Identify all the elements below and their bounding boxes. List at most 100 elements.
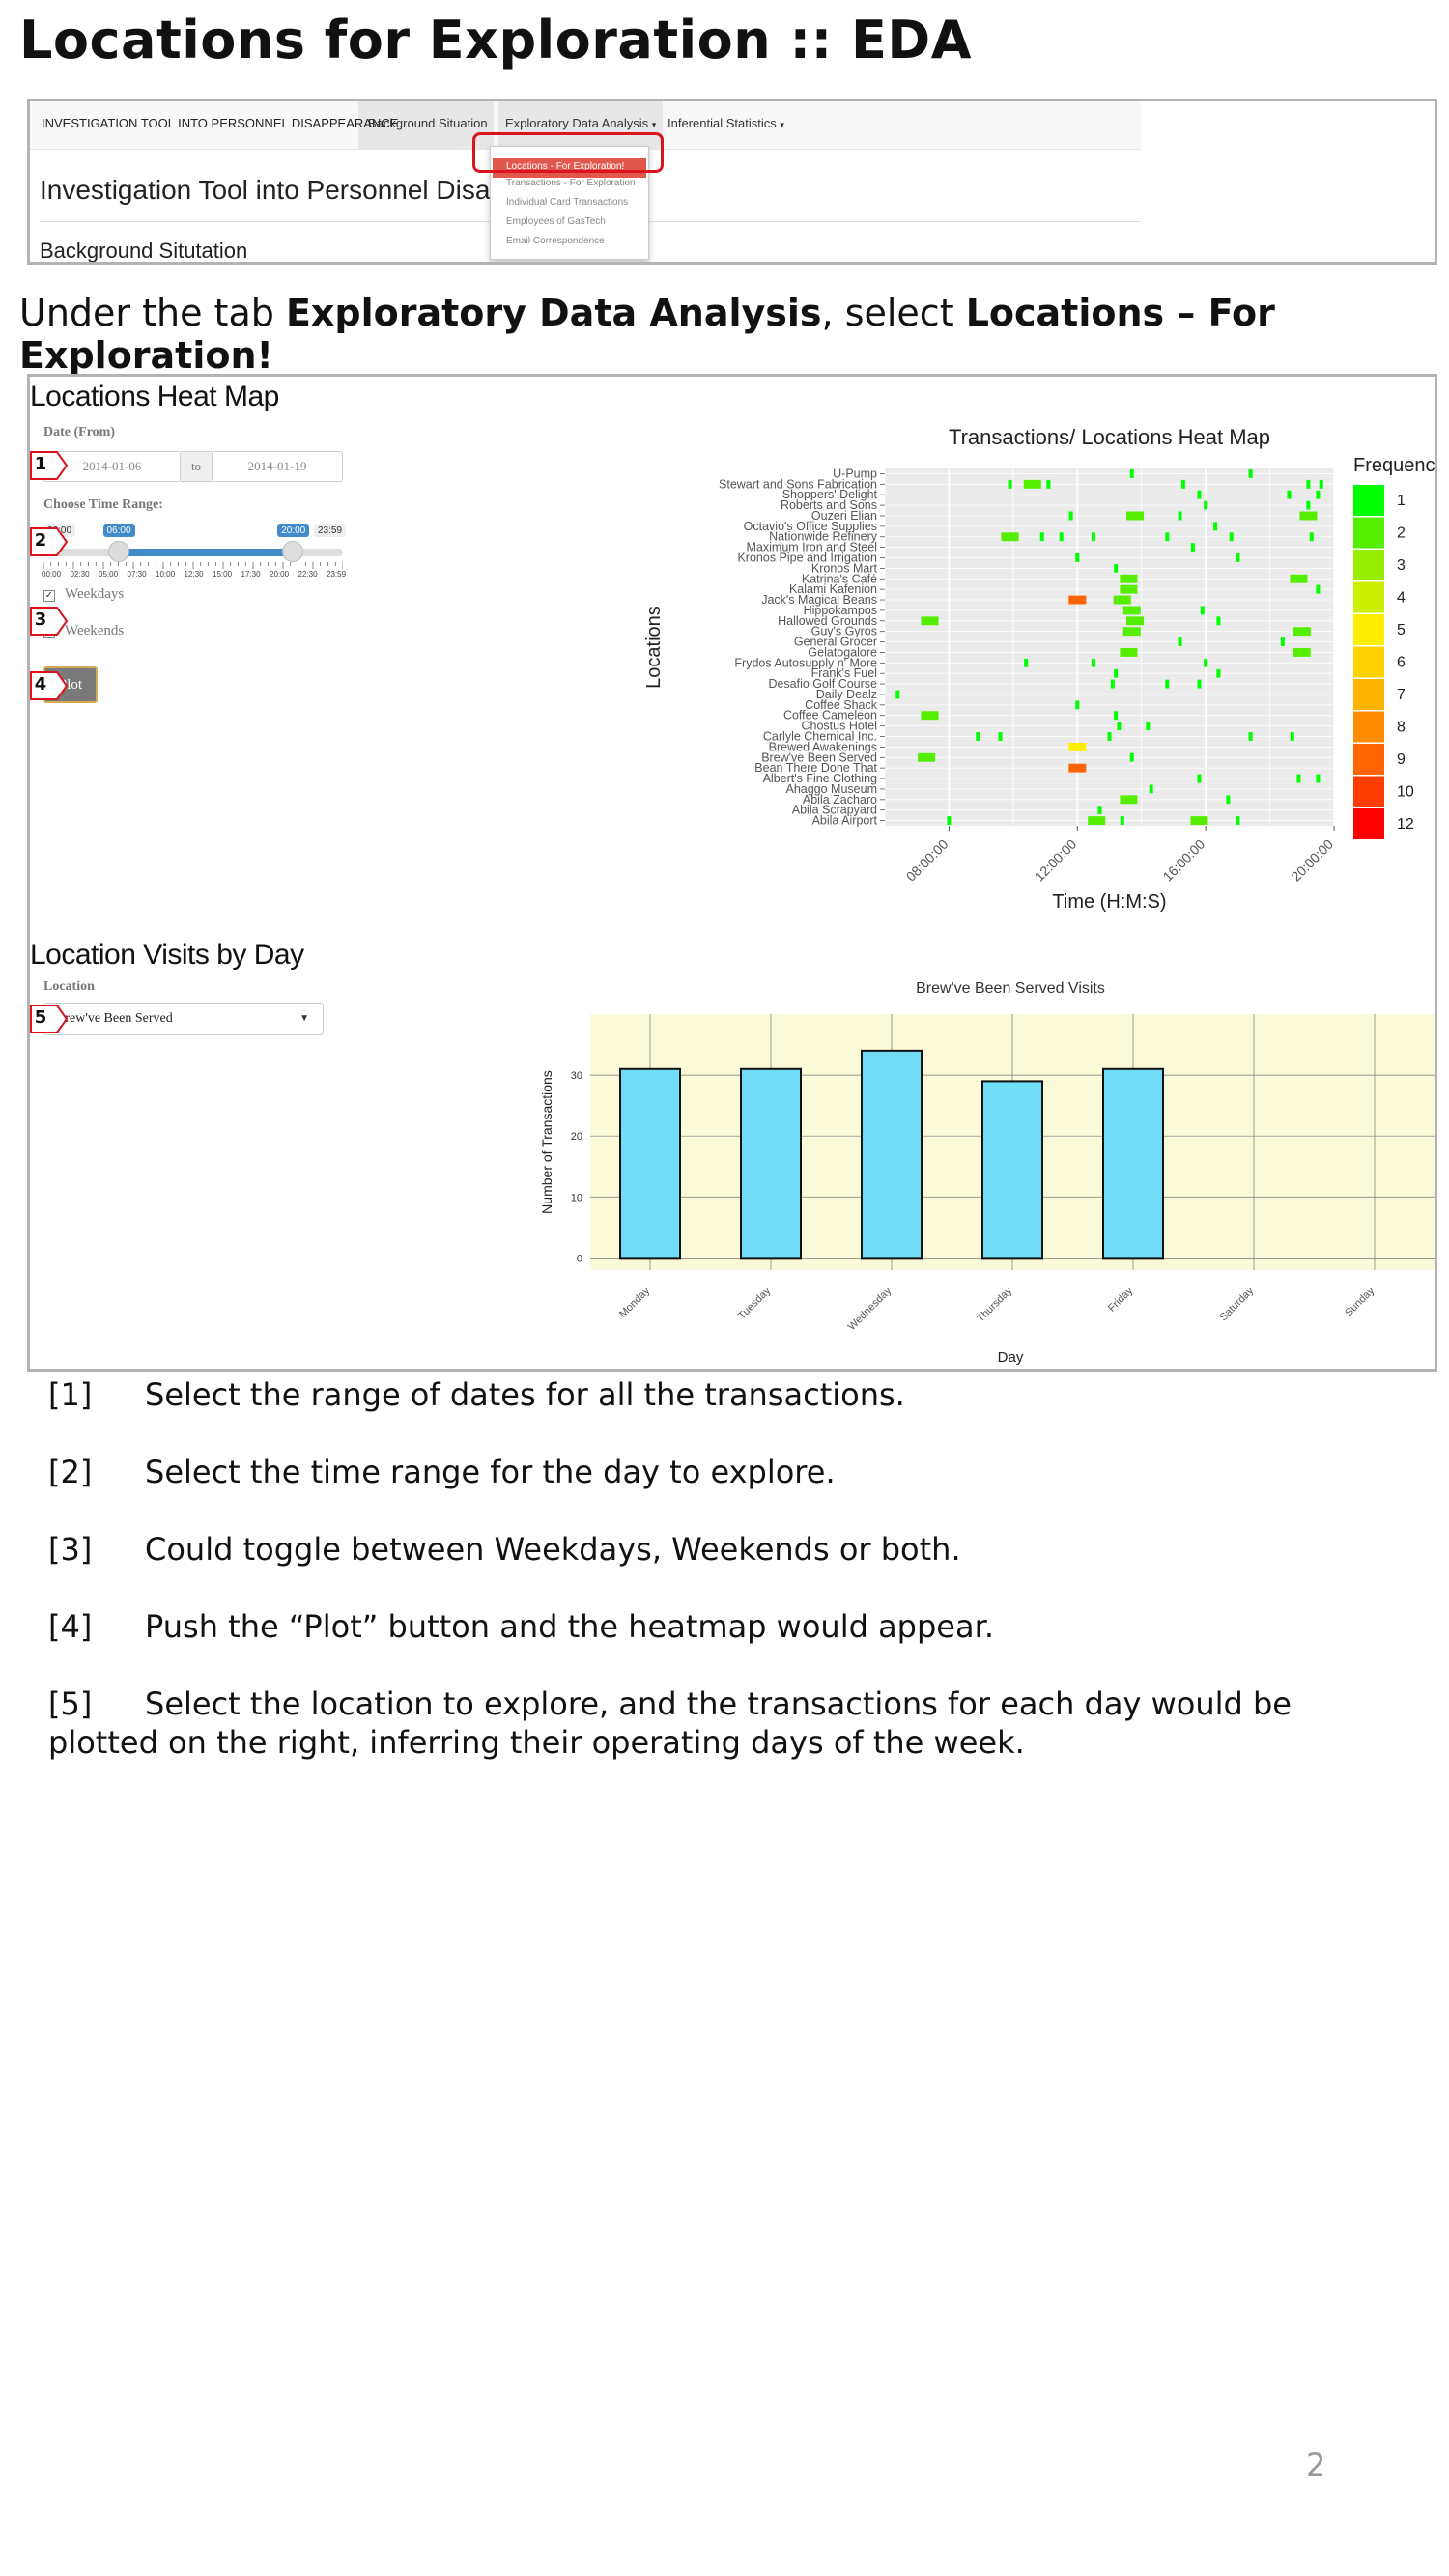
slide-title: Locations for Exploration :: EDA — [19, 10, 972, 71]
marker-number: 3 — [34, 609, 47, 630]
caret-down-icon: ▾ — [651, 120, 657, 129]
heatmap-cell — [1280, 637, 1285, 646]
heatmap-legend-label: 10 — [1397, 784, 1414, 801]
note-number: [1] — [48, 1376, 93, 1413]
dropdown-item-card-transactions[interactable]: Individual Card Transactions — [506, 197, 628, 208]
heatmap-legend-swatch — [1353, 550, 1384, 580]
heatmap-cell — [1068, 763, 1087, 773]
bar-y-tick-label: 10 — [571, 1192, 582, 1203]
heatmap-cell — [918, 752, 936, 762]
heatmap-legend-swatch — [1353, 744, 1384, 775]
note-3: [3] Could toggle between Weekdays, Weeken… — [48, 1530, 1401, 1569]
heatmap-cell — [1306, 500, 1311, 510]
bar — [861, 1049, 923, 1260]
bar-y-axis-label: Number of Transactions — [539, 1070, 554, 1214]
heatmap-cell — [1120, 816, 1124, 825]
date-to-separator: to — [181, 451, 212, 482]
heatmap-cell — [1197, 774, 1202, 783]
heatmap-cell — [1120, 648, 1138, 657]
visits-section-title: Location Visits by Day — [30, 939, 304, 971]
marker-1: 1 — [30, 451, 69, 480]
note-4: [4] Push the “Plot” button and the heatma… — [48, 1607, 1401, 1646]
bar-x-tick-label: Tuesday — [736, 1285, 773, 1321]
dropdown-item-transactions[interactable]: Transactions - For Exploration — [506, 178, 636, 188]
heatmap-cell — [1180, 479, 1185, 489]
bar-x-tick-label: Thursday — [975, 1285, 1014, 1324]
heatmap-cell — [1216, 616, 1221, 626]
weekdays-label: Weekdays — [65, 586, 125, 602]
heatmap-cell — [1236, 816, 1240, 825]
bar-y-tick-label: 30 — [571, 1070, 582, 1082]
heatmap-title: Transactions/ Locations Heat Map — [949, 425, 1270, 449]
highlight-box — [472, 132, 664, 173]
heatmap-legend-title: Frequency — [1353, 455, 1437, 476]
date-to-input[interactable]: 2014-01-19 — [212, 451, 343, 482]
heatmap-cell — [1190, 543, 1195, 552]
heatmap-legend-swatch — [1353, 808, 1384, 839]
time-slider-low-handle[interactable] — [107, 541, 129, 562]
heatmap-cell — [1039, 532, 1044, 542]
heatmap-cell — [998, 732, 1003, 741]
heatmap-legend-label: 9 — [1397, 751, 1406, 768]
location-select-value: Brew've Been Served — [56, 1011, 173, 1026]
heatmap-cell — [895, 690, 900, 699]
heatmap-cell — [1165, 679, 1170, 689]
heatmap-cell — [1126, 616, 1145, 626]
heatmap-cell — [1146, 722, 1151, 731]
heatmap-legend-label: 7 — [1397, 687, 1406, 703]
heatmap-cell — [1213, 522, 1218, 531]
nav-item-inferential-label: Inferential Statistics — [668, 116, 777, 130]
slider-tick-label: 22:30 — [298, 570, 318, 579]
note-text: Select the location to explore, and the … — [48, 1685, 1292, 1761]
heatmap-cell — [1068, 595, 1087, 605]
heatmap-cell — [921, 711, 939, 721]
heatmap-cell — [1316, 490, 1321, 499]
heatmap-cell — [1204, 500, 1208, 510]
nav-item-eda-label: Exploratory Data Analysis — [505, 116, 649, 130]
heatmap-cell — [1068, 511, 1073, 521]
location-select[interactable]: Brew've Been Served ▼ — [43, 1003, 324, 1035]
heatmap-legend-label: 2 — [1397, 525, 1406, 542]
weekdays-checkbox[interactable]: ✓ — [43, 590, 55, 602]
heatmap-legend-label: 1 — [1397, 493, 1406, 509]
bar-y-tick-label: 0 — [577, 1253, 582, 1264]
slider-ticks — [43, 562, 343, 569]
bar-x-tick-label: Saturday — [1218, 1285, 1257, 1323]
heatmap-cell — [1216, 668, 1221, 678]
slider-tick-label: 17:30 — [241, 570, 261, 579]
page-number: 2 — [1306, 2447, 1326, 2483]
heatmap-cell — [1197, 679, 1202, 689]
nav-item-eda[interactable]: Exploratory Data Analysis ▾ — [505, 116, 656, 130]
slider-tick-label: 10:00 — [156, 570, 176, 579]
nav-item-inferential[interactable]: Inferential Statistics ▾ — [668, 116, 784, 130]
heatmap-cell — [1046, 479, 1051, 489]
note-number: [2] — [48, 1454, 93, 1490]
time-slider-high-handle[interactable] — [282, 541, 304, 562]
heatmap-cell — [1178, 511, 1182, 521]
heatmap-cell — [1248, 732, 1253, 741]
marker-number: 2 — [34, 530, 47, 551]
heatmap-cell — [1091, 658, 1095, 667]
bar-chart-title: Brew've Been Served Visits — [916, 980, 1105, 997]
nav-item-background[interactable]: Background Situation — [368, 116, 488, 130]
navbar-brand[interactable]: INVESTIGATION TOOL INTO PERSONNEL DISAPP… — [42, 116, 398, 130]
heatmap-cell — [1120, 584, 1138, 594]
bar-y-tick-label: 20 — [571, 1131, 582, 1143]
heatmap-legend-swatch — [1353, 581, 1384, 613]
heatmap-cell — [1299, 511, 1318, 521]
heatmap-cell — [1287, 490, 1292, 499]
note-text: Push the “Plot” button and the heatmap w… — [145, 1608, 994, 1645]
heatmap-x-tick-label: 12:00:00 — [1032, 836, 1080, 885]
dropdown-item-employees[interactable]: Employees of GasTech — [506, 216, 606, 227]
dropdown-item-email[interactable]: Email Correspondence — [506, 236, 605, 246]
heatmap-legend-label: 5 — [1397, 622, 1406, 638]
bar-x-tick-label: Monday — [617, 1285, 653, 1320]
note-1: [1] Select the range of dates for all the… — [48, 1375, 1401, 1414]
heatmap-cell — [1316, 584, 1321, 594]
heatmap-x-tick-label: 16:00:00 — [1159, 836, 1208, 885]
note-text: Select the time range for the day to exp… — [145, 1454, 836, 1490]
section-heading: Background Situtation — [40, 239, 248, 263]
weekends-label: Weekends — [65, 623, 125, 638]
heatmap-cell — [1178, 637, 1182, 646]
marker-4: 4 — [30, 671, 69, 700]
